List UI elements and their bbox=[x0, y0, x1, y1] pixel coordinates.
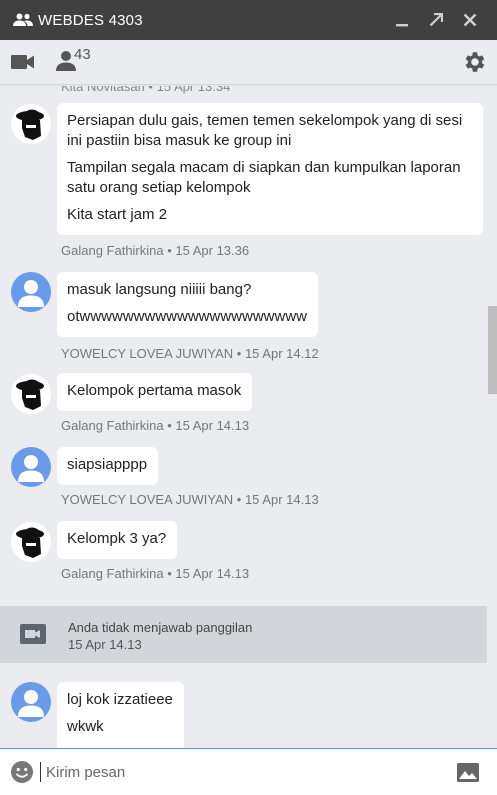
message-text: wkwk bbox=[67, 718, 104, 735]
video-camera-icon bbox=[11, 55, 34, 69]
default-person-icon bbox=[18, 455, 44, 482]
message-bubble: masuk langsung niiiii bang? otwwwwwwwwww… bbox=[57, 272, 318, 337]
message-composer bbox=[0, 748, 497, 795]
missed-call-text: Anda tidak menjawab panggilan bbox=[68, 620, 253, 635]
missed-call-notice[interactable]: Anda tidak menjawab panggilan 15 Apr 14.… bbox=[0, 606, 487, 663]
avatar[interactable] bbox=[11, 447, 51, 487]
avatar[interactable] bbox=[11, 272, 51, 312]
default-person-icon bbox=[18, 280, 44, 307]
message-meta: Kita Novitasari • 15 Apr 13.34 bbox=[61, 86, 231, 94]
members-button[interactable]: 43 bbox=[56, 46, 91, 74]
message-text: siapsiapppp bbox=[67, 456, 148, 473]
settings-gear-icon[interactable] bbox=[461, 49, 487, 75]
message-text: loj kok izzatieee bbox=[67, 691, 173, 708]
message-input[interactable] bbox=[46, 763, 436, 781]
message-text: Kita start jam 2 bbox=[67, 206, 168, 223]
message-meta: YOWELCY LOVEA JUWIYAN • 15 Apr 14.13 bbox=[61, 492, 319, 507]
minimize-button[interactable] bbox=[385, 0, 419, 40]
message-text: Persiapan dulu gais, temen temen sekelom… bbox=[67, 112, 463, 149]
minimize-icon bbox=[396, 24, 408, 27]
hat-avatar-icon bbox=[11, 104, 51, 144]
video-camera-icon bbox=[20, 624, 46, 644]
image-icon[interactable] bbox=[457, 763, 479, 782]
popout-arrow-icon bbox=[429, 13, 443, 27]
hat-avatar-icon bbox=[11, 374, 51, 414]
popout-button[interactable] bbox=[419, 0, 453, 40]
emoji-icon[interactable] bbox=[10, 760, 34, 784]
close-icon bbox=[463, 13, 477, 27]
text-caret bbox=[40, 762, 41, 782]
message-text: masuk langsung niiiii bang? bbox=[67, 281, 252, 298]
message-text: Kelompok pertama masok bbox=[67, 382, 242, 399]
message-text: otwwwwwwwwwwwwwwwwwwwww bbox=[67, 308, 307, 325]
avatar[interactable] bbox=[11, 682, 51, 722]
scrollbar-thumb[interactable] bbox=[488, 306, 497, 394]
window-title: WEBDES 4303 bbox=[38, 11, 143, 29]
person-icon bbox=[56, 51, 76, 71]
message-bubble: loj kok izzatieee wkwk bbox=[57, 682, 184, 748]
title-bar: WEBDES 4303 bbox=[0, 0, 497, 40]
message-bubble: Kelompk 3 ya? bbox=[57, 521, 178, 559]
message-text: Tampilan segala macam di siapkan dan kum… bbox=[67, 159, 461, 196]
avatar[interactable] bbox=[11, 374, 51, 414]
message-meta: Galang Fathirkina • 15 Apr 13.36 bbox=[61, 243, 250, 258]
group-icon bbox=[13, 13, 33, 26]
hat-avatar-icon bbox=[11, 522, 51, 562]
missed-call-time: 15 Apr 14.13 bbox=[68, 637, 142, 652]
avatar[interactable] bbox=[11, 522, 51, 562]
message-meta: Galang Fathirkina • 15 Apr 14.13 bbox=[61, 566, 250, 581]
message-meta: YOWELCY LOVEA JUWIYAN • 15 Apr 14.12 bbox=[61, 346, 319, 361]
close-button[interactable] bbox=[453, 0, 487, 40]
default-person-icon bbox=[18, 690, 44, 717]
message-list[interactable]: Kita Novitasari • 15 Apr 13.34 Persiapan… bbox=[0, 86, 497, 748]
member-count: 43 bbox=[74, 46, 91, 63]
chat-toolbar: 43 bbox=[0, 40, 497, 85]
message-text: Kelompk 3 ya? bbox=[67, 530, 167, 547]
avatar[interactable] bbox=[11, 104, 51, 144]
message-bubble: siapsiapppp bbox=[57, 447, 159, 485]
message-bubble: Persiapan dulu gais, temen temen sekelom… bbox=[57, 103, 483, 235]
message-meta: Galang Fathirkina • 15 Apr 14.13 bbox=[61, 418, 250, 433]
video-call-button[interactable] bbox=[11, 50, 35, 74]
message-bubble: Kelompok pertama masok bbox=[57, 373, 253, 411]
